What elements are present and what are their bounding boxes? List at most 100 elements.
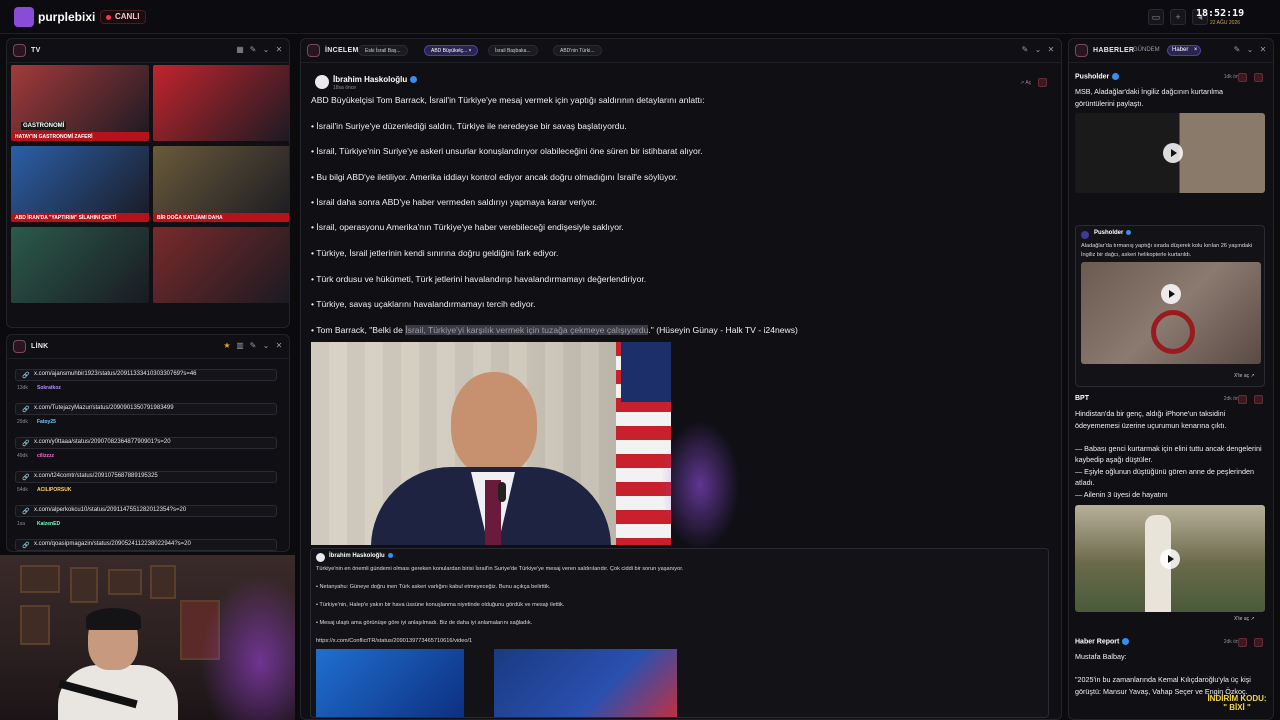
post-line: • İsrail'in Suriye'ye düzenlediği saldır… <box>311 121 627 131</box>
tab-haber[interactable]: Haber × <box>1167 45 1202 56</box>
alert-icon[interactable] <box>1238 73 1247 82</box>
news-text: Hindistan'da bir genç, aldığı iPhone'un … <box>1075 409 1262 499</box>
chevron-down-icon[interactable]: ⌄ <box>1034 45 1042 55</box>
purple-glow <box>660 420 740 550</box>
news-item[interactable]: Pusholder 1dk önce MSB, Aladağlar'daki İ… <box>1072 70 1268 388</box>
review-tab[interactable]: Eski İsrail Baş... <box>358 45 408 56</box>
tv-channel-tile[interactable]: ABD İRAN'DA "YAPTIRIM" SİLAHINI ÇEKTİ <box>11 146 149 222</box>
post-line: • Türk ordusu ve hükümeti, Türk jetlerin… <box>311 274 647 284</box>
open-in-x-link[interactable]: X'te aç ↗ <box>1234 616 1255 622</box>
link-item[interactable]: 🔗 x.com/alperkokcu10/status/2091147551282… <box>11 505 277 536</box>
bookmark-icon[interactable] <box>1254 395 1263 404</box>
news-video[interactable] <box>1075 505 1265 612</box>
tv-panel: TV ▦ ✎ ⌄ ✕ GASTRONOMİ HATAY'IN GASTRONOMİ… <box>6 38 290 328</box>
link-box[interactable]: 🔗 x.com/y0ttaaa/status/209070823648779090… <box>15 437 277 449</box>
alert-icon[interactable] <box>1238 395 1247 404</box>
purplebixi-logo-icon[interactable] <box>14 7 34 27</box>
review-tab[interactable]: ABD'nin Türki... <box>553 45 602 56</box>
quote-video-right[interactable] <box>494 649 677 717</box>
bookmark-icon[interactable] <box>1254 638 1263 647</box>
clock-date: 22 AĞU 2026 <box>1210 20 1241 26</box>
bookmark-icon[interactable] <box>1038 78 1047 87</box>
review-tab[interactable]: ABD Büyükelç... × <box>424 45 479 56</box>
purple-light <box>200 575 295 720</box>
post-line: • Türkiye, savaş uçaklarını havalandırma… <box>311 299 536 309</box>
link-item[interactable]: 🔗 x.com/t24comtr/status/20910756878891953… <box>11 471 277 502</box>
link-time: 29dk <box>17 419 28 425</box>
embedded-post[interactable]: Pusholder Aladağlar'da tırmanış yaptığı … <box>1075 225 1265 387</box>
quote-video-left[interactable] <box>316 649 464 717</box>
embed-avatar <box>1081 231 1089 239</box>
embed-video[interactable] <box>1081 262 1261 364</box>
news-icon <box>1075 44 1088 57</box>
post-image[interactable] <box>311 342 671 545</box>
tv-channel-tile[interactable] <box>153 227 289 303</box>
add-icon[interactable]: + <box>1170 9 1186 25</box>
promo-overlay: İNDİRİM KODU: " BİXİ " <box>1196 694 1278 720</box>
chevron-down-icon[interactable]: ⌄ <box>1246 45 1254 55</box>
news-panel-header: HABERLER GÜNDEM Haber × ✎ ⌄ ✕ <box>1069 39 1273 63</box>
post-line-last: • Tom Barrack, "Belki de İsrail, Türkiye… <box>311 325 798 335</box>
chevron-down-icon[interactable]: ⌄ <box>262 45 270 55</box>
link-item[interactable]: 🔗 x.com/qoasipmagazin/status/209052411223… <box>11 539 277 551</box>
link-url[interactable]: x.com/alperkokcu10/status/20911475512820… <box>34 507 186 513</box>
close-icon[interactable]: × <box>467 48 472 54</box>
link-item[interactable]: 🔗 x.com/y0ttaaa/status/209070823648779090… <box>11 437 277 468</box>
close-icon[interactable]: ✕ <box>275 45 283 55</box>
link-box[interactable]: 🔗 x.com/TutejazyMazur/status/209090135079… <box>15 403 277 415</box>
alert-icon[interactable] <box>1238 638 1247 647</box>
embed-source: Pusholder <box>1094 230 1132 236</box>
quoted-post[interactable]: İbrahim Haskoloğlu Türkiye'nin en önemli… <box>310 548 1049 718</box>
post-line: • İsrail, operasyonu Amerika'nın Türkiye… <box>311 222 624 232</box>
close-icon[interactable]: × <box>1194 46 1198 55</box>
link-url[interactable]: x.com/TutejazyMazur/status/2090901350791… <box>34 405 174 411</box>
tv-channel-tile[interactable] <box>153 65 289 141</box>
play-icon[interactable] <box>1163 143 1183 163</box>
news-video[interactable] <box>1075 113 1265 193</box>
quote-line: • Netanyahu: Güneye doğru inen Türk aske… <box>316 584 551 590</box>
edit-icon[interactable]: ✎ <box>1021 45 1029 55</box>
play-icon[interactable] <box>1160 549 1180 569</box>
edit-icon[interactable]: ✎ <box>1233 45 1241 55</box>
post-author[interactable]: İbrahim Haskoloğlu <box>333 75 418 84</box>
chevron-down-icon[interactable]: ⌄ <box>262 341 270 351</box>
grid-icon[interactable]: ▦ <box>236 45 244 55</box>
edit-icon[interactable]: ✎ <box>249 341 257 351</box>
tv-channel-tile[interactable]: GASTRONOMİ HATAY'IN GASTRONOMİ ZAFERİ <box>11 65 149 141</box>
promo-line-1: İNDİRİM KODU: <box>1207 694 1267 703</box>
link-url[interactable]: x.com/qoasipmagazin/status/2090524112238… <box>34 541 191 547</box>
layout-icon[interactable]: ▭ <box>1148 9 1164 25</box>
author-avatar[interactable] <box>315 75 329 89</box>
close-icon[interactable]: ✕ <box>275 341 283 351</box>
close-icon[interactable]: ✕ <box>1259 45 1267 55</box>
link-box[interactable]: 🔗 x.com/qoasipmagazin/status/209052411223… <box>15 539 277 551</box>
tv-headline: ABD İRAN'DA "YAPTIRIM" SİLAHINI ÇEKTİ <box>15 215 117 221</box>
review-tab[interactable]: İsrail Başbaka... <box>488 45 538 56</box>
search-icon <box>307 44 320 57</box>
link-url[interactable]: x.com/y0ttaaa/status/2090708236487790901… <box>34 439 171 445</box>
news-item[interactable]: BPT 2dk önce Hindistan'da bir genç, aldı… <box>1072 392 1268 630</box>
link-item[interactable]: 🔗 x.com/ajansmuhbir1923/status/2091133341… <box>11 369 277 400</box>
edit-icon[interactable]: ✎ <box>249 45 257 55</box>
link-panel-title: LİNK <box>31 343 49 350</box>
promo-line-2: " BİXİ " <box>1223 703 1251 712</box>
tv-channel-tile[interactable]: BİR DOĞA KATLİAMI DAHA <box>153 146 289 222</box>
quote-line[interactable]: https://x.com/ConflictTR/status/20901397… <box>316 638 472 644</box>
play-icon[interactable] <box>1161 284 1181 304</box>
link-url[interactable]: x.com/ajansmuhbir1923/status/20911333410… <box>34 371 197 377</box>
bookmark-icon[interactable] <box>1254 73 1263 82</box>
link-box[interactable]: 🔗 x.com/ajansmuhbir1923/status/2091133341… <box>15 369 277 381</box>
trash-icon[interactable]: ▥ <box>236 341 244 351</box>
link-url[interactable]: x.com/t24comtr/status/209107568788919532… <box>34 473 158 479</box>
verified-icon <box>1112 73 1120 80</box>
news-source: BPT <box>1075 395 1089 402</box>
tab-gundem[interactable]: GÜNDEM <box>1133 47 1160 53</box>
close-icon[interactable]: ✕ <box>1047 45 1055 55</box>
link-item[interactable]: 🔗 x.com/TutejazyMazur/status/209090135079… <box>11 403 277 434</box>
open-in-x-link[interactable]: X'te aç ↗ <box>1234 373 1255 379</box>
open-post-link[interactable]: ↗ Aç <box>1020 80 1031 86</box>
star-icon[interactable]: ★ <box>223 341 231 351</box>
link-box[interactable]: 🔗 x.com/t24comtr/status/20910756878891953… <box>15 471 277 483</box>
tv-channel-tile[interactable] <box>11 227 149 303</box>
link-box[interactable]: 🔗 x.com/alperkokcu10/status/2091147551282… <box>15 505 277 517</box>
